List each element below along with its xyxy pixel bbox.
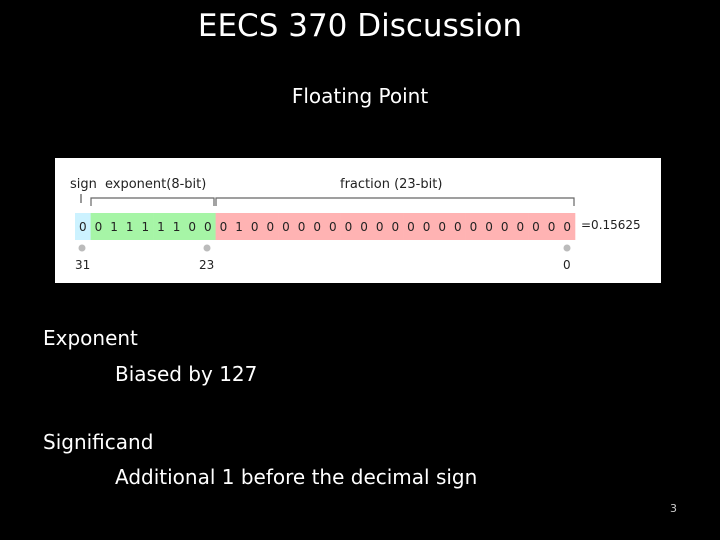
bit-value-0: 0	[563, 220, 571, 234]
fraction-label: fraction (23-bit)	[340, 177, 442, 192]
exponent-detail: Biased by 127	[115, 362, 258, 386]
bit-value-27: 1	[141, 220, 149, 234]
bit-value-26: 1	[157, 220, 165, 234]
bit-value-20: 0	[251, 220, 259, 234]
significand-detail: Additional 1 before the decimal sign	[115, 465, 478, 489]
decimal-value: =0.15625	[581, 218, 641, 232]
bit-value-19: 0	[266, 220, 274, 234]
significand-heading: Significand	[43, 430, 154, 454]
bit-value-12: 0	[376, 220, 384, 234]
exponent-label: exponent(8-bit)	[105, 177, 206, 192]
bit-value-9: 0	[423, 220, 431, 234]
sign-label: sign	[70, 177, 97, 192]
bit-value-8: 0	[438, 220, 446, 234]
bit-0-marker	[563, 244, 571, 252]
bit-value-24: 0	[188, 220, 196, 234]
page-number: 3	[670, 502, 677, 515]
bit-value-23: 0	[204, 220, 212, 234]
bit-value-14: 0	[345, 220, 353, 234]
bit-value-25: 1	[173, 220, 181, 234]
bit-31-marker	[78, 244, 86, 252]
bit-value-11: 0	[391, 220, 399, 234]
bit-value-29: 1	[110, 220, 118, 234]
bit-value-1: 0	[548, 220, 556, 234]
float-bit-diagram: sign exponent(8-bit) fraction (23-bit) 0…	[55, 158, 661, 283]
slide-subtitle: Floating Point	[291, 84, 429, 108]
bit-23-label: 23	[199, 258, 214, 272]
bit-value-18: 0	[282, 220, 290, 234]
bit-value-4: 0	[501, 220, 509, 234]
slide-title: EECS 370 Discussion	[197, 8, 523, 44]
bit-value-30: 0	[95, 220, 103, 234]
bit-value-16: 0	[313, 220, 321, 234]
bit-23-marker	[203, 244, 211, 252]
bit-value-17: 0	[298, 220, 306, 234]
bit-value-22: 0	[220, 220, 228, 234]
bit-value-31: 0	[79, 220, 87, 234]
bit-value-15: 0	[329, 220, 337, 234]
bit-value-28: 1	[126, 220, 134, 234]
exponent-bracket	[90, 197, 215, 206]
bit-value-2: 0	[532, 220, 540, 234]
exponent-heading: Exponent	[43, 326, 138, 350]
bit-value-21: 1	[235, 220, 243, 234]
fraction-bracket	[215, 197, 575, 206]
bit-0-label: 0	[563, 258, 571, 272]
bit-value-7: 0	[454, 220, 462, 234]
bit-value-5: 0	[485, 220, 493, 234]
bit-value-13: 0	[360, 220, 368, 234]
bit-layout-svg: sign exponent(8-bit) fraction (23-bit) 0…	[70, 177, 641, 272]
bit-value-10: 0	[407, 220, 415, 234]
bit-31-label: 31	[75, 258, 90, 272]
bit-value-6: 0	[470, 220, 478, 234]
bit-value-3: 0	[516, 220, 524, 234]
